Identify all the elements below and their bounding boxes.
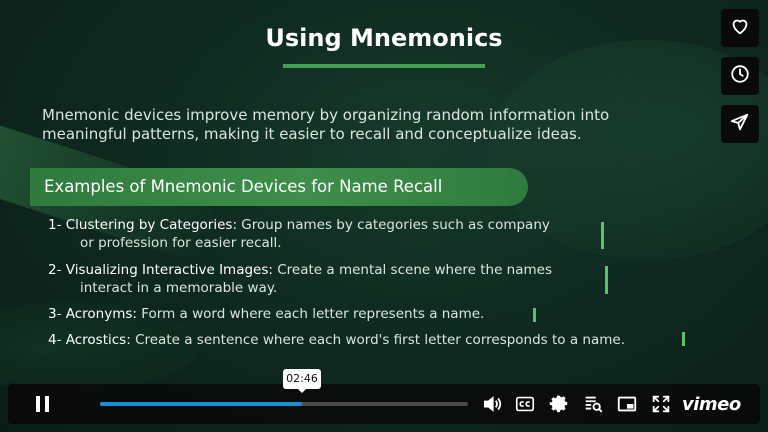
volume-icon (481, 396, 503, 419)
pause-icon (33, 396, 51, 412)
list-item-text: Create a mental scene where the names (272, 262, 552, 278)
list-item-head: 3- Acronyms: (48, 306, 137, 322)
progress-played (100, 402, 303, 406)
list-item-continuation: interact in a memorable way. (80, 280, 278, 296)
list-item-text: Group names by categories such as compan… (237, 217, 550, 233)
slide-title: Using Mnemonics (265, 24, 503, 52)
list-item-text: Create a sentence where each word's firs… (130, 332, 625, 348)
settings-icon (548, 395, 570, 419)
list-item: 2- Visualizing Interactive Images: Creat… (48, 261, 552, 297)
list-item: 4- Acrostics: Create a sentence where ea… (48, 331, 625, 349)
pause-button[interactable] (8, 384, 76, 424)
transcript-icon (582, 396, 604, 419)
send-icon (729, 111, 751, 137)
intro-line: Mnemonic devices improve memory by organ… (42, 106, 610, 124)
text-cursor-marker (601, 222, 604, 249)
clock-icon (729, 63, 751, 89)
vimeo-logo[interactable]: vimeo (682, 394, 741, 415)
text-cursor-marker (605, 266, 608, 294)
heart-icon (729, 15, 751, 41)
list-item-continuation: or profession for easier recall. (80, 235, 282, 251)
list-item: 3- Acronyms: Form a word where each lett… (48, 305, 484, 323)
list-item-text: Form a word where each letter represents… (136, 306, 485, 322)
picture-in-picture-button[interactable] (616, 393, 638, 415)
fullscreen-icon (650, 395, 672, 419)
like-button[interactable] (721, 9, 759, 47)
list-item-head: 4- Acrostics: (48, 332, 131, 348)
pip-icon (616, 396, 638, 419)
video-frame[interactable]: Using Mnemonics Mnemonic devices improve… (0, 0, 768, 432)
watch-later-button[interactable] (721, 57, 759, 95)
title-underline (283, 64, 485, 68)
captions-button[interactable] (514, 393, 536, 415)
current-time-tooltip: 02:46 (283, 369, 321, 393)
section-heading-banner: Examples of Mnemonic Devices for Name Re… (30, 168, 528, 206)
section-heading: Examples of Mnemonic Devices for Name Re… (44, 177, 443, 196)
text-cursor-marker (682, 332, 685, 346)
intro-line: meaningful patterns, making it easier to… (42, 125, 582, 143)
share-button[interactable] (721, 105, 759, 143)
slide-intro: Mnemonic devices improve memory by organ… (42, 106, 642, 144)
list-item: 1- Clustering by Categories: Group names… (48, 216, 550, 252)
cc-icon (514, 396, 536, 419)
progress-bar[interactable] (100, 402, 468, 406)
settings-button[interactable] (548, 393, 570, 415)
transcript-button[interactable] (582, 393, 604, 415)
list-item-head: 1- Clustering by Categories: (48, 217, 237, 233)
fullscreen-button[interactable] (650, 393, 672, 415)
volume-button[interactable] (481, 393, 503, 415)
text-cursor-marker (533, 308, 536, 322)
list-item-head: 2- Visualizing Interactive Images: (48, 262, 273, 278)
